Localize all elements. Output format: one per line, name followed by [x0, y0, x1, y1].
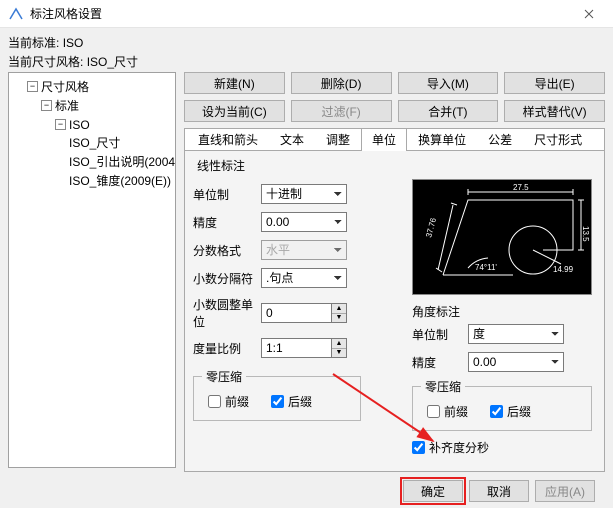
current-style-row: 当前尺寸风格: ISO_尺寸	[8, 53, 605, 70]
tab-strip: 直线和箭头 文本 调整 单位 换算单位 公差 尺寸形式	[184, 128, 605, 150]
tree-toggle-icon[interactable]: −	[41, 100, 52, 111]
tree-iso[interactable]: ISO	[69, 117, 90, 131]
angle-unit-label: 单位制	[412, 326, 462, 343]
svg-text:13.5: 13.5	[581, 226, 590, 242]
cancel-button[interactable]: 取消	[469, 480, 529, 502]
tree-toggle-icon[interactable]: −	[55, 119, 66, 130]
current-style-value: ISO_尺寸	[87, 55, 138, 69]
fraction-select: 水平	[261, 240, 347, 260]
tab-body: 线性标注 单位制 十进制 精度 0.00 分数格式 水平 小数分隔符 .句点 小…	[184, 150, 605, 472]
preview-image: 27.5 13.5 37.76 74°11' 14.99	[412, 179, 592, 295]
set-current-button[interactable]: 设为当前(C)	[184, 100, 285, 122]
svg-text:14.99: 14.99	[553, 265, 574, 274]
unit-label: 单位制	[193, 186, 229, 203]
precision-select[interactable]: 0.00	[261, 212, 347, 232]
round-label: 小数圆整单位	[193, 296, 255, 330]
unit-select[interactable]: 十进制	[261, 184, 347, 204]
svg-text:74°11': 74°11'	[475, 263, 497, 272]
tab-tolerance[interactable]: 公差	[477, 128, 523, 151]
delete-button[interactable]: 删除(D)	[291, 72, 392, 94]
spin-down-icon[interactable]: ▼	[332, 349, 346, 358]
tree-item-taper[interactable]: ISO_锥度(2009(E))	[69, 174, 171, 188]
export-button[interactable]: 导出(E)	[504, 72, 605, 94]
svg-text:37.76: 37.76	[424, 216, 438, 238]
scale-input[interactable]	[261, 338, 332, 358]
angle-prefix-checkbox[interactable]: 前缀	[427, 403, 468, 420]
suffix-checkbox[interactable]: 后缀	[271, 393, 312, 410]
tab-lines-arrows[interactable]: 直线和箭头	[187, 128, 269, 151]
spin-up-icon[interactable]: ▲	[332, 304, 346, 314]
filter-button: 过滤(F)	[291, 100, 392, 122]
scale-label: 度量比例	[193, 340, 241, 357]
angle-precision-label: 精度	[412, 354, 462, 371]
prefix-checkbox[interactable]: 前缀	[208, 393, 249, 410]
tab-dim-form[interactable]: 尺寸形式	[523, 128, 593, 151]
separator-select[interactable]: .句点	[261, 268, 347, 288]
spin-down-icon[interactable]: ▼	[332, 314, 346, 323]
current-standard-value: ISO	[63, 36, 84, 50]
fill-dms-checkbox[interactable]: 补齐度分秒	[412, 439, 592, 456]
tab-alt-units[interactable]: 换算单位	[407, 128, 477, 151]
precision-label: 精度	[193, 214, 217, 231]
current-standard-label: 当前标准:	[8, 36, 59, 50]
tab-text[interactable]: 文本	[269, 128, 315, 151]
tab-fit[interactable]: 调整	[315, 128, 361, 151]
tree-standard[interactable]: 标准	[55, 99, 79, 113]
style-substitute-button[interactable]: 样式替代(V)	[504, 100, 605, 122]
tab-units[interactable]: 单位	[361, 128, 407, 151]
angle-legend: 角度标注	[412, 303, 460, 320]
round-input[interactable]	[261, 303, 332, 323]
merge-button[interactable]: 合并(T)	[398, 100, 499, 122]
angle-zero-legend: 零压缩	[421, 378, 465, 395]
zero-legend: 零压缩	[202, 368, 246, 385]
ok-button[interactable]: 确定	[403, 480, 463, 502]
svg-text:27.5: 27.5	[513, 183, 529, 192]
tree-root[interactable]: 尺寸风格	[41, 80, 89, 94]
spin-up-icon[interactable]: ▲	[332, 339, 346, 349]
style-tree[interactable]: −尺寸风格 −标准 −ISO ISO_尺寸 ISO_引出说明(2004(E)) …	[8, 72, 176, 468]
tree-toggle-icon[interactable]: −	[27, 81, 38, 92]
round-stepper[interactable]: ▲▼	[261, 303, 347, 323]
angle-precision-select[interactable]: 0.00	[468, 352, 564, 372]
separator-label: 小数分隔符	[193, 270, 253, 287]
close-button[interactable]	[567, 0, 611, 27]
titlebar: 标注风格设置	[0, 0, 613, 28]
tree-item-dim[interactable]: ISO_尺寸	[69, 136, 120, 150]
window-title: 标注风格设置	[30, 5, 567, 22]
app-icon	[8, 6, 24, 22]
current-style-label: 当前尺寸风格:	[8, 55, 83, 69]
angle-suffix-checkbox[interactable]: 后缀	[490, 403, 531, 420]
linear-legend: 线性标注	[193, 157, 249, 174]
scale-stepper[interactable]: ▲▼	[261, 338, 347, 358]
current-standard-row: 当前标准: ISO	[8, 34, 605, 51]
new-button[interactable]: 新建(N)	[184, 72, 285, 94]
fraction-label: 分数格式	[193, 242, 241, 259]
import-button[interactable]: 导入(M)	[398, 72, 499, 94]
apply-button: 应用(A)	[535, 480, 595, 502]
angle-unit-select[interactable]: 度	[468, 324, 564, 344]
tree-item-leader[interactable]: ISO_引出说明(2004(E))	[69, 155, 176, 169]
